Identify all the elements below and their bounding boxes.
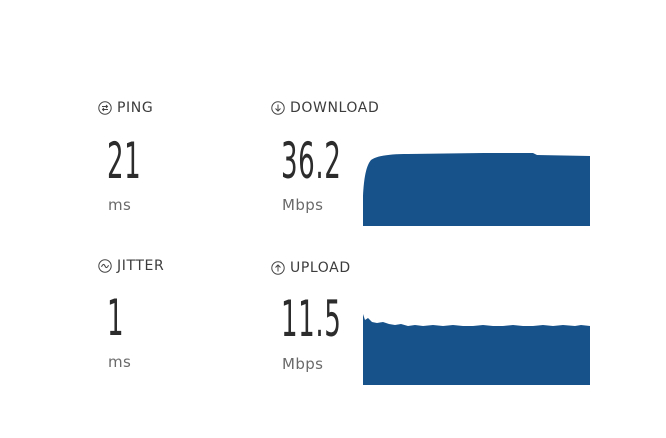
download-label: DOWNLOAD [290,100,380,116]
jitter-unit: ms [108,353,132,371]
jitter-label: JITTER [117,258,165,274]
download-speed-graph [363,153,590,226]
upload-label: UPLOAD [290,260,351,276]
download-value: 36.2 [281,132,342,190]
upload-header: UPLOAD [271,260,351,276]
upload-arrow-icon [271,261,285,275]
jitter-icon [98,259,112,273]
download-unit: Mbps [282,196,324,214]
download-arrow-icon [271,101,285,115]
download-graph-area [363,153,590,226]
upload-graph-area [363,314,590,385]
ping-header: PING [98,100,153,116]
ping-value: 21 [107,132,142,190]
upload-value: 11.5 [281,290,342,348]
upload-speed-graph [363,314,590,385]
jitter-header: JITTER [98,258,164,274]
download-header: DOWNLOAD [271,100,379,116]
ping-unit: ms [108,196,132,214]
ping-label: PING [117,100,154,116]
jitter-value: 1 [107,289,125,347]
ping-icon [98,101,112,115]
upload-unit: Mbps [282,355,324,373]
